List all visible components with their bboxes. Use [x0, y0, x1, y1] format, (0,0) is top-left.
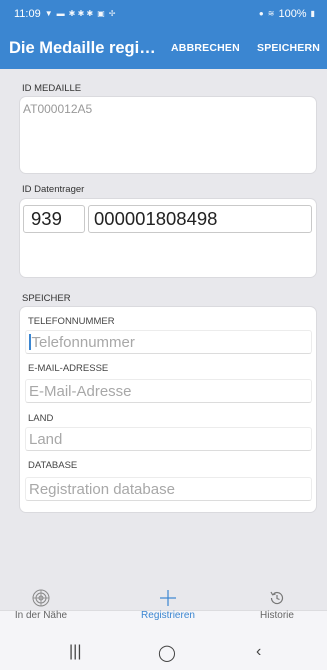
message-icon: ▬ [56, 9, 65, 18]
carrier-number-input[interactable]: 000001808498 [88, 205, 312, 233]
status-left: 11:09 ▼ ▬ ✱ ✱ ✱ ▣ ✢ [14, 8, 115, 20]
recents-button[interactable]: ||| [69, 643, 81, 661]
nav-label-register: Registrieren [141, 610, 195, 621]
carrier-prefix-value: 939 [31, 208, 62, 229]
country-input[interactable]: Land [25, 427, 312, 451]
medal-section-label: ID MEDAILLE [22, 83, 82, 94]
carrier-card: 939 000001808498 [20, 199, 316, 277]
history-icon [270, 591, 284, 605]
location-icon: ● [258, 9, 264, 18]
medal-id-value: AT000012A5 [23, 102, 93, 116]
nav-item-register[interactable]: Registrieren [133, 589, 203, 621]
storage-section-label: SPEICHER [22, 293, 71, 304]
nav-item-history[interactable]: Historie [252, 589, 302, 621]
database-label: DATABASE [28, 460, 78, 471]
system-navigation-bar: ||| ◯ ‹ [0, 634, 327, 670]
status-time: 11:09 [14, 7, 41, 20]
phone-input[interactable]: Telefonnummer [25, 330, 312, 354]
plus-icon [160, 590, 176, 606]
nav-label-history: Historie [260, 610, 294, 621]
country-placeholder: Land [29, 430, 63, 448]
email-input[interactable]: E-Mail-Adresse [25, 379, 312, 403]
phone-label: TELEFONNUMMER [28, 316, 115, 327]
signal-icon: ▼ [44, 9, 53, 18]
email-label: E-MAIL-ADRESSE [28, 363, 109, 374]
phone-placeholder: Telefonnummer [31, 333, 135, 351]
status-bar: 11:09 ▼ ▬ ✱ ✱ ✱ ▣ ✢ ● ≋ 100% ▮ [0, 0, 327, 27]
database-placeholder: Registration database [29, 480, 175, 498]
nav-item-nearby[interactable]: In der Nähe [14, 589, 68, 621]
home-button[interactable]: ◯ [158, 643, 176, 663]
country-label: LAND [28, 413, 54, 424]
save-button[interactable]: SPEICHERN [257, 42, 320, 54]
nav-label-nearby: In der Nähe [14, 610, 68, 621]
back-button[interactable]: ‹ [256, 643, 261, 661]
status-right: ● ≋ 100% ▮ [259, 8, 315, 20]
app-bar: Die Medaille regi… ABBRECHEN SPEICHERN [0, 27, 327, 69]
battery-level: 100% [278, 7, 307, 20]
text-cursor [29, 334, 31, 350]
storage-card: TELEFONNUMMER Telefonnummer E-MAIL-ADRES… [20, 307, 316, 512]
wifi-icon: ≋ [267, 9, 275, 18]
cancel-button[interactable]: ABBRECHEN [171, 42, 240, 54]
bottom-navigation: In der Nähe Registrieren Historie [0, 589, 327, 635]
carrier-section-label: ID Datentrager [22, 184, 85, 195]
medal-card[interactable]: AT000012A5 [20, 97, 316, 173]
battery-icon: ▮ [310, 9, 315, 18]
radar-icon [32, 589, 50, 607]
image-icon: ▣ [97, 9, 105, 18]
carrier-number-value: 000001808498 [94, 208, 218, 229]
bluetooth-icon: ✢ [108, 9, 116, 18]
page-title: Die Medaille regi… [9, 38, 156, 57]
database-input[interactable]: Registration database [25, 477, 312, 501]
carrier-prefix-input[interactable]: 939 [23, 205, 85, 233]
notification-icon: ✱ ✱ ✱ [68, 9, 94, 18]
email-placeholder: E-Mail-Adresse [29, 382, 132, 400]
